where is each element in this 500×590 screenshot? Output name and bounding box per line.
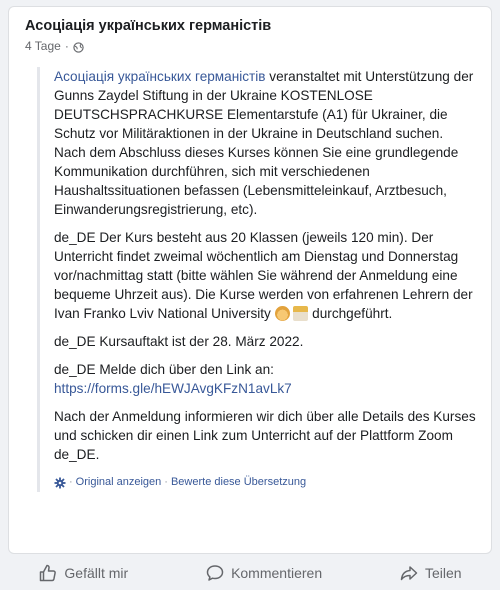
comment-icon <box>206 565 224 581</box>
start-date-text: de_DE Kursauftakt ist der 28. März 2022. <box>54 334 304 349</box>
paragraph-intro-text: veranstaltet mit Unterstützung der Gunns… <box>54 69 474 217</box>
post-card: Асоціація українських германістів 4 Tage… <box>8 6 492 554</box>
registration-text: de_DE Melde dich über den Link an: <box>54 362 274 377</box>
paragraph-course-text-end: durchgeführt. <box>308 306 393 321</box>
paragraph-details: Nach der Anmeldung informieren wir dich … <box>54 407 477 464</box>
mention-link[interactable]: Асоціація українських германістів <box>54 69 266 84</box>
share-label: Teilen <box>424 565 462 581</box>
globe-icon <box>73 41 84 53</box>
translation-separator: · <box>164 476 168 488</box>
post-timestamp[interactable]: 4 Tage <box>25 38 61 54</box>
paragraph-course-text: de_DE Der Kurs besteht aus 20 Klassen (j… <box>54 230 473 321</box>
page-name-link[interactable]: Асоціація українських германістів <box>25 17 271 35</box>
translation-bar: · Original anzeigen · Bewerte diese Über… <box>54 473 477 492</box>
show-original-link[interactable]: Original anzeigen <box>76 473 162 492</box>
thumbs-up-icon <box>40 564 57 582</box>
like-button[interactable]: Gefällt mir <box>28 559 138 587</box>
paragraph-registration: de_DE Melde dich über den Link an: https… <box>54 360 477 398</box>
registration-link[interactable]: https://forms.gle/hEWJAvgKFzN1avLk7 <box>54 379 477 398</box>
paragraph-start-date: de_DE Kursauftakt ist der 28. März 2022. <box>54 332 477 351</box>
comment-label: Kommentieren <box>231 565 323 581</box>
details-text: Nach der Anmeldung informieren wir dich … <box>54 409 476 462</box>
share-button[interactable]: Teilen <box>389 559 472 587</box>
rate-translation-link[interactable]: Bewerte diese Übersetzung <box>171 473 306 492</box>
woman-teacher-emoji-icon <box>274 306 290 321</box>
school-emoji-icon <box>293 306 309 321</box>
translation-separator: · <box>69 476 73 488</box>
paragraph-course-info: de_DE Der Kurs besteht aus 20 Klassen (j… <box>54 228 477 323</box>
meta-separator: · <box>64 39 69 53</box>
post-meta: 4 Tage · <box>25 38 271 54</box>
like-label: Gefällt mir <box>64 565 129 581</box>
post-header: Асоціація українських германістів 4 Tage… <box>25 17 271 54</box>
post-actions: Gefällt mir Kommentieren Teilen <box>0 556 500 590</box>
gear-icon <box>54 477 66 489</box>
share-icon <box>400 566 418 581</box>
paragraph-intro: Асоціація українських германістів verans… <box>54 67 477 219</box>
comment-button[interactable]: Kommentieren <box>195 559 332 587</box>
post-body: Асоціація українських германістів verans… <box>37 67 481 492</box>
